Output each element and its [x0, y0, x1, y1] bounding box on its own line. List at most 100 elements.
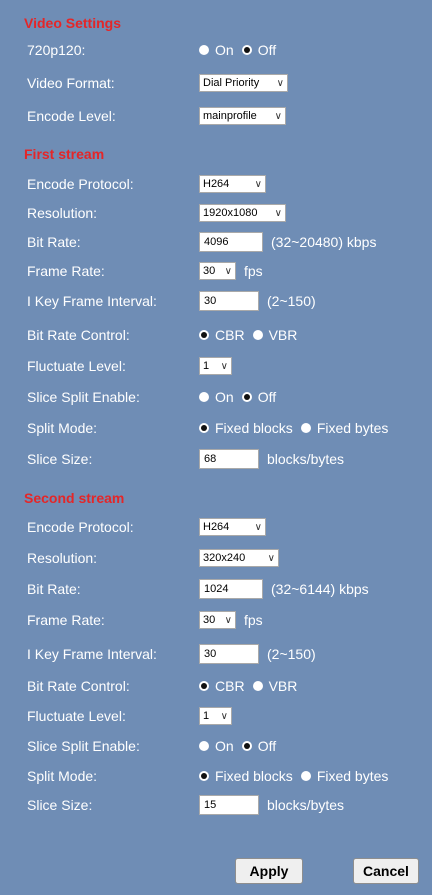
fluctuate-level-select-2[interactable]: 1 ∨ — [199, 707, 232, 725]
frame-rate-unit: fps — [244, 263, 263, 279]
label-resolution: Resolution: — [27, 205, 98, 221]
radio-vbr-2[interactable]: VBR — [252, 678, 297, 694]
slice-size-input-1[interactable]: 68 — [199, 449, 259, 469]
encode-level-select[interactable]: mainprofile ∨ — [199, 107, 286, 125]
row-split-mode-1: Split Mode: Fixed blocks Fixed bytes — [0, 416, 432, 440]
radio-icon[interactable] — [241, 45, 252, 55]
radio-icon[interactable] — [199, 45, 209, 55]
label-split-mode: Split Mode: — [27, 768, 98, 784]
bit-rate-input-1[interactable]: 4096 — [199, 232, 263, 252]
cancel-button[interactable]: Cancel — [353, 858, 419, 884]
radio-720p120-off[interactable]: Off — [241, 42, 276, 58]
label-video-format: Video Format: — [27, 75, 115, 91]
ikey-range: (2~150) — [267, 293, 316, 309]
chevron-down-icon: ∨ — [267, 552, 275, 564]
radio-icon[interactable] — [199, 741, 209, 751]
radio-icon[interactable] — [241, 741, 252, 751]
slice-size-unit: blocks/bytes — [267, 797, 345, 813]
video-format-select[interactable]: Dial Priority ∨ — [199, 74, 288, 92]
chevron-down-icon: ∨ — [276, 77, 284, 89]
radio-icon[interactable] — [252, 330, 263, 340]
row-ikey-1: I Key Frame Interval: 30 (2~150) — [0, 289, 432, 313]
label-bitrate-control: Bit Rate Control: — [27, 678, 130, 694]
bit-rate-range: (32~20480) kbps — [271, 234, 377, 250]
bit-rate-range: (32~6144) kbps — [271, 581, 369, 597]
radio-icon[interactable] — [199, 681, 209, 691]
label-encode-protocol: Encode Protocol: — [27, 176, 134, 192]
video-settings-panel: Video Settings 720p120: On Off Video For… — [0, 0, 432, 895]
row-bitrate-control-2: Bit Rate Control: CBR VBR — [0, 674, 432, 698]
chevron-down-icon: ∨ — [224, 614, 232, 626]
chevron-down-icon: ∨ — [274, 110, 282, 122]
chevron-down-icon: ∨ — [220, 360, 228, 372]
label-bit-rate: Bit Rate: — [27, 581, 81, 597]
chevron-down-icon: ∨ — [254, 521, 262, 533]
row-video-format: Video Format: Dial Priority ∨ — [0, 71, 432, 95]
label-encode-protocol: Encode Protocol: — [27, 519, 134, 535]
label-bitrate-control: Bit Rate Control: — [27, 327, 130, 343]
label-fluctuate: Fluctuate Level: — [27, 358, 126, 374]
radio-icon[interactable] — [241, 392, 252, 402]
radio-720p120-on[interactable]: On — [199, 42, 234, 58]
row-slice-size-1: Slice Size: 68 blocks/bytes — [0, 447, 432, 471]
encode-protocol-select-2[interactable]: H264 ∨ — [199, 518, 266, 536]
chevron-down-icon: ∨ — [224, 265, 232, 277]
fluctuate-level-select-1[interactable]: 1 ∨ — [199, 357, 232, 375]
label-split-mode: Split Mode: — [27, 420, 98, 436]
encode-protocol-select-1[interactable]: H264 ∨ — [199, 175, 266, 193]
radio-icon[interactable] — [300, 423, 311, 433]
radio-vbr-1[interactable]: VBR — [252, 327, 297, 343]
label-slice-size: Slice Size: — [27, 451, 93, 467]
radio-group-split-mode-2: Fixed blocks Fixed bytes — [199, 764, 396, 788]
row-resolution-1: Resolution: 1920x1080 ∨ — [0, 201, 432, 225]
apply-button[interactable]: Apply — [235, 858, 303, 884]
chevron-down-icon: ∨ — [254, 178, 262, 190]
radio-icon[interactable] — [199, 330, 209, 340]
label-slice-split: Slice Split Enable: — [27, 738, 140, 754]
bit-rate-input-2[interactable]: 1024 — [199, 579, 263, 599]
frame-rate-select-2[interactable]: 30 ∨ — [199, 611, 236, 629]
radio-icon[interactable] — [199, 392, 209, 402]
radio-group-bitrate-control-1: CBR VBR — [199, 323, 305, 347]
label-fluctuate: Fluctuate Level: — [27, 708, 126, 724]
frame-rate-unit: fps — [244, 612, 263, 628]
row-fluctuate-1: Fluctuate Level: 1 ∨ — [0, 354, 432, 378]
row-split-mode-2: Split Mode: Fixed blocks Fixed bytes — [0, 764, 432, 788]
radio-cbr-1[interactable]: CBR — [199, 327, 245, 343]
radio-icon[interactable] — [199, 771, 209, 781]
row-bit-rate-1: Bit Rate: 4096 (32~20480) kbps — [0, 230, 432, 254]
radio-cbr-2[interactable]: CBR — [199, 678, 245, 694]
label-slice-size: Slice Size: — [27, 797, 93, 813]
row-fluctuate-2: Fluctuate Level: 1 ∨ — [0, 704, 432, 728]
radio-fixed-blocks-1[interactable]: Fixed blocks — [199, 420, 293, 436]
label-frame-rate: Frame Rate: — [27, 263, 105, 279]
label-slice-split: Slice Split Enable: — [27, 389, 140, 405]
slice-size-input-2[interactable]: 15 — [199, 795, 259, 815]
row-resolution-2: Resolution: 320x240 ∨ — [0, 546, 432, 570]
radio-group-bitrate-control-2: CBR VBR — [199, 674, 305, 698]
row-encode-protocol-1: Encode Protocol: H264 ∨ — [0, 172, 432, 196]
row-bitrate-control-1: Bit Rate Control: CBR VBR — [0, 323, 432, 347]
radio-fixed-bytes-2[interactable]: Fixed bytes — [300, 768, 388, 784]
label-resolution: Resolution: — [27, 550, 98, 566]
radio-icon[interactable] — [300, 771, 311, 781]
radio-icon[interactable] — [199, 423, 209, 433]
radio-group-split-mode-1: Fixed blocks Fixed bytes — [199, 416, 396, 440]
radio-slice-off-1[interactable]: Off — [241, 389, 276, 405]
chevron-down-icon: ∨ — [274, 207, 282, 219]
chevron-down-icon: ∨ — [220, 710, 228, 722]
radio-fixed-bytes-1[interactable]: Fixed bytes — [300, 420, 388, 436]
radio-slice-on-1[interactable]: On — [199, 389, 234, 405]
row-ikey-2: I Key Frame Interval: 30 (2~150) — [0, 642, 432, 666]
label-encode-level: Encode Level: — [27, 108, 116, 124]
frame-rate-select-1[interactable]: 30 ∨ — [199, 262, 236, 280]
radio-slice-on-2[interactable]: On — [199, 738, 234, 754]
label-ikey: I Key Frame Interval: — [27, 646, 157, 662]
resolution-select-2[interactable]: 320x240 ∨ — [199, 549, 279, 567]
resolution-select-1[interactable]: 1920x1080 ∨ — [199, 204, 286, 222]
radio-icon[interactable] — [252, 681, 263, 691]
radio-fixed-blocks-2[interactable]: Fixed blocks — [199, 768, 293, 784]
ikey-interval-input-2[interactable]: 30 — [199, 644, 259, 664]
ikey-interval-input-1[interactable]: 30 — [199, 291, 259, 311]
radio-slice-off-2[interactable]: Off — [241, 738, 276, 754]
